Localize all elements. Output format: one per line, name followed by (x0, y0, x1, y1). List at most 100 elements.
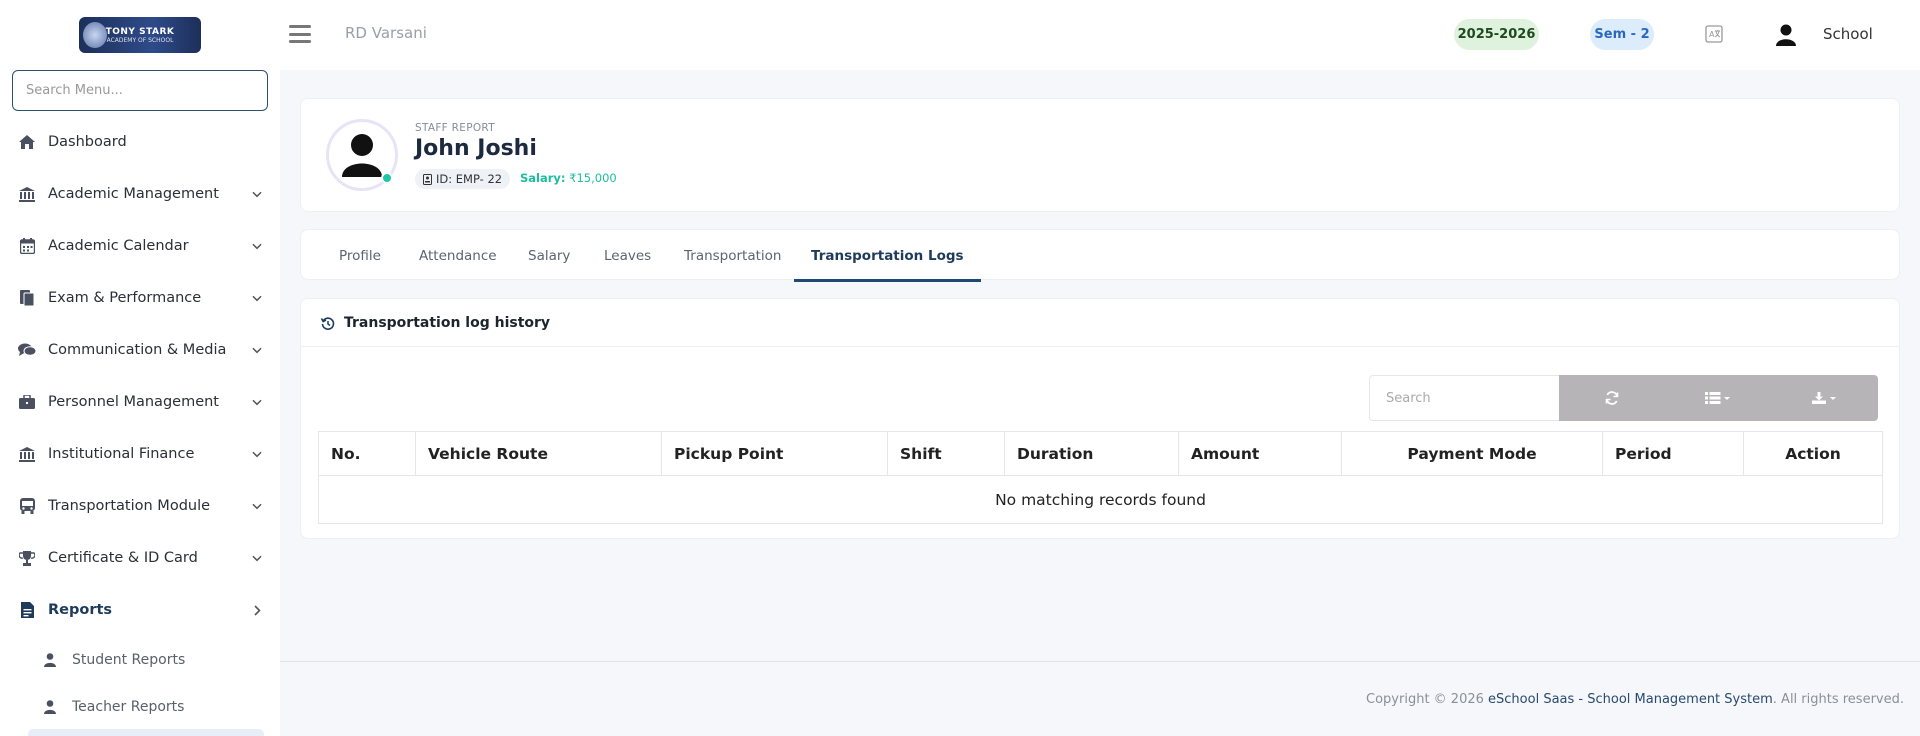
sidebar-item-label: Communication & Media (48, 342, 227, 358)
column-header-payment-mode[interactable]: Payment Mode (1341, 431, 1603, 476)
hamburger-menu-icon[interactable] (289, 25, 311, 43)
user-icon (42, 699, 58, 714)
sidebar-item-institutional-finance[interactable]: Institutional Finance (0, 428, 280, 480)
column-header-shift[interactable]: Shift (887, 431, 1005, 476)
trophy-icon (18, 549, 36, 567)
online-status-dot (381, 172, 393, 184)
columns-toggle-button[interactable] (1665, 375, 1771, 421)
staff-profile-card: STAFF REPORT John Joshi ID: EMP- 22 Sala… (300, 98, 1900, 212)
chevron-down-icon (252, 501, 262, 511)
staff-salary: Salary: ₹15,000 (520, 171, 617, 185)
institution-icon (18, 185, 36, 203)
tab-attendance[interactable]: Attendance (419, 230, 497, 281)
sidebar-item-certificate-id-card[interactable]: Certificate & ID Card (0, 532, 280, 584)
table-search-input[interactable]: Search (1369, 375, 1560, 421)
home-icon (18, 133, 36, 151)
sidebar-item-transportation-module[interactable]: Transportation Module (0, 480, 280, 532)
log-card-header: Transportation log history (301, 299, 1899, 347)
sidebar-item-label: Academic Management (48, 186, 219, 202)
sidebar-item-communication-media[interactable]: Communication & Media (0, 324, 280, 376)
user-icon (42, 652, 58, 667)
sidebar-item-label: Institutional Finance (48, 446, 195, 462)
transportation-log-card: Transportation log history Search No. Ve… (300, 298, 1900, 539)
tab-transportation-logs[interactable]: Transportation Logs (794, 230, 981, 282)
table-toolbar (1559, 375, 1878, 421)
sidebar-item-dashboard[interactable]: Dashboard (0, 116, 280, 168)
transportation-log-table: No. Vehicle Route Pickup Point Shift Dur… (318, 431, 1883, 524)
sidebar-item-reports[interactable]: Reports (0, 584, 280, 636)
staff-report-label: STAFF REPORT (415, 122, 495, 134)
language-icon[interactable]: A (1705, 25, 1723, 43)
user-avatar-icon (342, 134, 382, 177)
footer-copyright-suffix: . All rights reserved. (1772, 692, 1904, 707)
tab-transportation[interactable]: Transportation (684, 230, 781, 281)
sidebar-item-personnel-management[interactable]: Personnel Management (0, 376, 280, 428)
column-header-period[interactable]: Period (1602, 431, 1744, 476)
sidebar-subitem-label: Teacher Reports (72, 698, 185, 715)
bank-icon (18, 445, 36, 463)
exam-icon (18, 289, 36, 307)
chevron-down-icon (252, 345, 262, 355)
sidebar-subitem-student-reports[interactable]: Student Reports (0, 636, 280, 683)
sidebar-item-label: Transportation Module (48, 498, 211, 514)
sidebar-item-exam-performance[interactable]: Exam & Performance (0, 272, 280, 324)
column-header-duration[interactable]: Duration (1004, 431, 1179, 476)
menu-search-input[interactable]: Search Menu... (12, 70, 268, 111)
chevron-down-icon (252, 293, 262, 303)
footer-brand-link[interactable]: eSchool Saas - School Management System (1488, 692, 1773, 707)
chevron-right-icon (252, 604, 262, 616)
export-button[interactable] (1772, 375, 1878, 421)
tab-leaves[interactable]: Leaves (604, 230, 651, 281)
sidebar-item-label: Reports (48, 602, 113, 618)
session-badge[interactable]: 2025-2026 (1454, 19, 1539, 50)
sidebar: TONY STARK ACADEMY OF SCHOOL Search Menu… (0, 0, 280, 736)
avatar (326, 119, 398, 191)
bus-icon (18, 497, 36, 515)
sidebar-item-label: Personnel Management (48, 394, 219, 410)
chevron-down-icon (252, 449, 262, 459)
chevron-down-icon (252, 553, 262, 563)
logo[interactable]: TONY STARK ACADEMY OF SCHOOL (0, 0, 280, 70)
user-name[interactable]: School (1823, 25, 1873, 43)
refresh-icon (1605, 391, 1619, 405)
chevron-down-icon (252, 241, 262, 251)
report-tabs: Profile Attendance Salary Leaves Transpo… (300, 229, 1900, 282)
logo-title: TONY STARK (105, 26, 175, 37)
download-icon (1811, 392, 1836, 404)
column-header-amount[interactable]: Amount (1178, 431, 1342, 476)
sidebar-subitem-teacher-reports[interactable]: Teacher Reports (0, 683, 280, 730)
table-row: No matching records found (318, 475, 1883, 524)
salary-label: Salary: (520, 171, 566, 185)
semester-badge[interactable]: Sem - 2 (1590, 19, 1654, 50)
footer: Copyright © 2026 eSchool Saas - School M… (1366, 692, 1904, 707)
chevron-down-icon (252, 397, 262, 407)
school-logo: TONY STARK ACADEMY OF SCHOOL (79, 17, 201, 53)
tab-profile[interactable]: Profile (339, 230, 381, 281)
logo-emblem-icon (83, 22, 107, 48)
topbar: RD Varsani 2025-2026 Sem - 2 A School (280, 0, 1920, 70)
salary-value: ₹15,000 (569, 171, 617, 185)
footer-copyright-prefix: Copyright © 2026 (1366, 692, 1489, 707)
sidebar-item-academic-management[interactable]: Academic Management (0, 168, 280, 220)
sidebar-item-academic-calendar[interactable]: Academic Calendar (0, 220, 280, 272)
refresh-button[interactable] (1559, 375, 1665, 421)
svg-text:A: A (1709, 30, 1715, 39)
empty-table-message: No matching records found (318, 475, 1883, 524)
staff-id-text: ID: EMP- 22 (436, 172, 503, 186)
list-columns-icon (1705, 392, 1731, 404)
column-header-action[interactable]: Action (1743, 431, 1883, 476)
sidebar-item-label: Exam & Performance (48, 290, 202, 306)
staff-name: John Joshi (415, 136, 537, 161)
calendar-icon (18, 237, 36, 255)
logo-subtitle: ACADEMY OF SCHOOL (106, 36, 174, 44)
column-header-vehicle-route[interactable]: Vehicle Route (415, 431, 662, 476)
tab-salary[interactable]: Salary (528, 230, 570, 281)
column-header-pickup-point[interactable]: Pickup Point (661, 431, 888, 476)
column-header-no[interactable]: No. (318, 431, 416, 476)
user-avatar-icon[interactable] (1776, 24, 1796, 46)
sidebar-subitem-active-highlight[interactable] (28, 729, 264, 736)
table-header-row: No. Vehicle Route Pickup Point Shift Dur… (318, 431, 1883, 476)
school-name: RD Varsani (345, 24, 427, 42)
sidebar-menu: Dashboard Academic Management Academic C… (0, 116, 280, 730)
footer-divider (280, 661, 1920, 662)
